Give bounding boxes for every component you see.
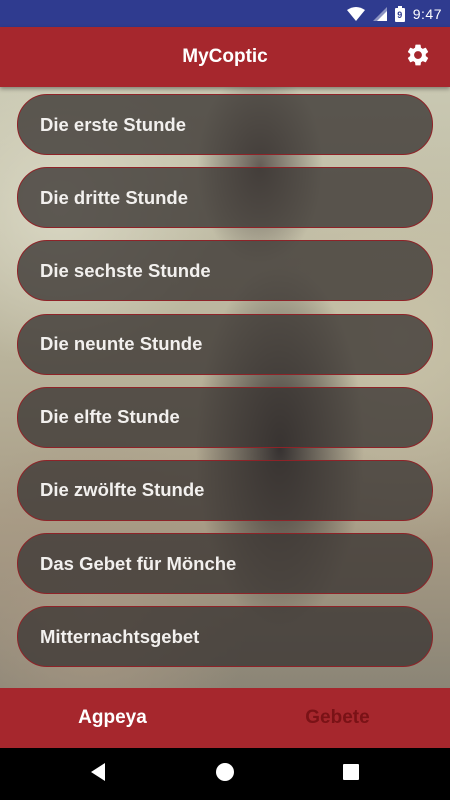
system-nav-bar xyxy=(0,748,450,800)
wifi-icon xyxy=(346,6,365,21)
back-triangle-icon xyxy=(89,762,107,787)
app-title: MyCoptic xyxy=(182,46,268,67)
list-item-die-erste-stunde[interactable]: Die erste Stunde xyxy=(17,94,433,155)
status-bar: 9 9:47 xyxy=(0,0,450,27)
recents-square-icon xyxy=(342,763,360,786)
list-item-die-zwoelfte-stunde[interactable]: Die zwölfte Stunde xyxy=(17,459,433,521)
battery-icon: 9 xyxy=(394,5,405,22)
cell-signal-icon xyxy=(372,6,387,21)
list-item-die-dritte-stunde[interactable]: Die dritte Stunde xyxy=(17,167,433,229)
settings-button[interactable] xyxy=(404,43,432,71)
battery-level: 9 xyxy=(397,9,403,20)
home-circle-icon xyxy=(215,762,235,787)
list-item-die-elfte-stunde[interactable]: Die elfte Stunde xyxy=(17,386,433,448)
tab-agpeya[interactable]: Agpeya xyxy=(0,688,225,748)
list-item-die-neunte-stunde[interactable]: Die neunte Stunde xyxy=(17,313,433,375)
app-bar: MyCoptic xyxy=(0,27,450,87)
hours-list: Die erste Stunde Die dritte Stunde Die s… xyxy=(17,94,433,680)
list-item-mitternachtsgebet[interactable]: Mitternachtsgebet xyxy=(17,606,433,668)
home-button[interactable] xyxy=(213,762,237,786)
back-button[interactable] xyxy=(86,762,110,786)
tab-gebete[interactable]: Gebete xyxy=(225,688,450,748)
gear-icon xyxy=(405,42,431,73)
status-time: 9:47 xyxy=(412,5,442,22)
list-item-gebet-fuer-moenche[interactable]: Das Gebet für Mönche xyxy=(17,533,433,595)
recents-button[interactable] xyxy=(339,762,363,786)
list-item-die-sechste-stunde[interactable]: Die sechste Stunde xyxy=(17,240,433,302)
bottom-nav: Agpeya Gebete xyxy=(0,688,450,748)
content-area: Die erste Stunde Die dritte Stunde Die s… xyxy=(0,87,450,688)
